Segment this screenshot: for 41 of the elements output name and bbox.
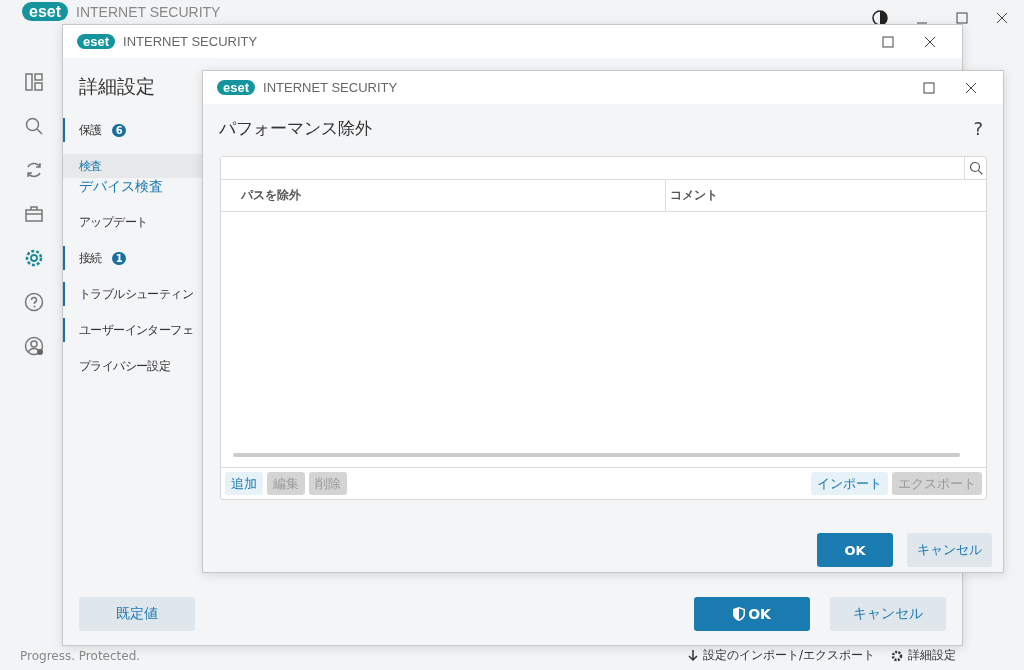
help-icon[interactable] — [24, 292, 44, 312]
search-icon — [968, 161, 983, 175]
page-heading: 詳細設定 — [79, 74, 155, 99]
maximize-icon[interactable] — [956, 12, 968, 24]
eset-logo: eset — [217, 80, 256, 95]
footer-link[interactable]: 詳細設定 — [891, 647, 956, 664]
contrast-icon[interactable] — [872, 10, 888, 26]
status-text: Progress. Protected. — [20, 648, 142, 663]
briefcase-icon[interactable] — [24, 204, 44, 224]
count-badge: 6 — [111, 123, 127, 137]
dialog-button[interactable]: 既定値 — [79, 597, 195, 631]
close-icon[interactable] — [924, 35, 936, 48]
search-icon[interactable] — [24, 116, 44, 136]
dialog-button[interactable]: キャンセル — [907, 533, 992, 567]
column-header[interactable]: コメント — [666, 187, 718, 204]
table-button[interactable]: 追加 — [225, 472, 263, 495]
product-name: INTERNET SECURITY — [76, 3, 221, 20]
dialog-button[interactable]: OK — [817, 533, 893, 567]
account-icon[interactable] — [24, 336, 44, 356]
refresh-icon[interactable] — [24, 160, 44, 180]
eset-logo: eset — [77, 34, 116, 49]
help-link[interactable]: ? — [973, 117, 983, 139]
footer-link[interactable]: 設定のインポート/エクスポート — [687, 647, 875, 664]
count-badge: 1 — [111, 251, 127, 265]
window-title: INTERNET SECURITY — [263, 80, 398, 95]
eset-logo: eset — [22, 2, 69, 21]
table-button[interactable]: インポート — [811, 472, 888, 495]
download-icon — [687, 649, 698, 662]
shield-icon — [733, 607, 746, 621]
gear-icon — [891, 649, 903, 662]
maximize-icon[interactable] — [882, 35, 894, 48]
column-header[interactable]: パスを除外 — [221, 180, 666, 211]
maximize-icon[interactable] — [923, 81, 935, 94]
close-icon[interactable] — [996, 12, 1008, 24]
dashboard-icon[interactable] — [24, 72, 44, 92]
close-icon[interactable] — [965, 81, 977, 94]
settings-icon[interactable] — [24, 248, 44, 268]
dialog-button[interactable]: OK — [694, 597, 810, 631]
dialog-button[interactable]: キャンセル — [830, 597, 946, 631]
scrollbar[interactable] — [233, 453, 960, 457]
window-title: INTERNET SECURITY — [123, 34, 258, 49]
